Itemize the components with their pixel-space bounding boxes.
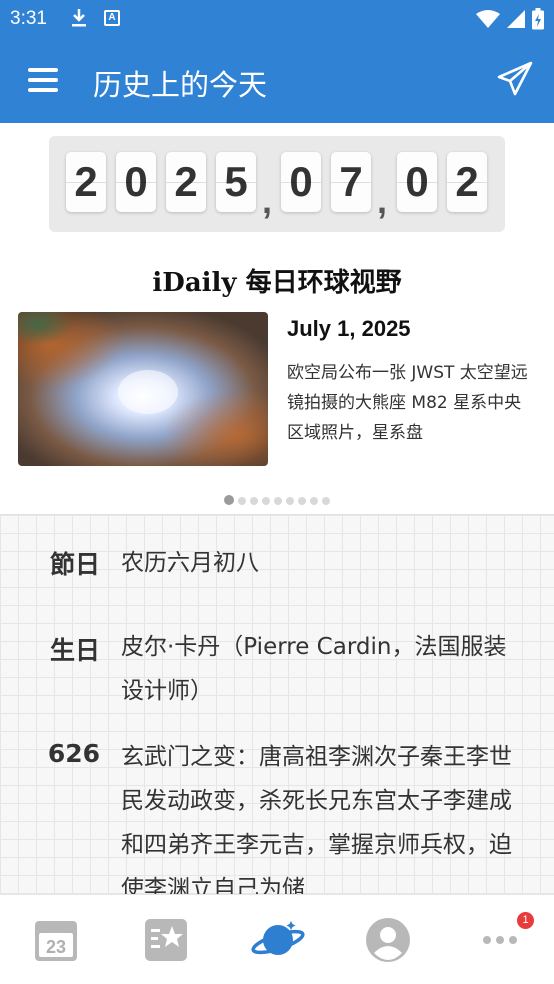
planet-icon[interactable] bbox=[251, 915, 305, 965]
notification-badge: 1 bbox=[517, 912, 534, 929]
wifi-icon bbox=[476, 10, 500, 28]
app-bar: 历史上的今天 bbox=[0, 38, 554, 123]
idaily-image[interactable] bbox=[18, 312, 268, 466]
page-dot[interactable] bbox=[274, 497, 282, 505]
date-separator: , bbox=[377, 180, 388, 221]
date-digit: 0 bbox=[116, 152, 156, 212]
page-dot[interactable] bbox=[238, 497, 246, 505]
event-label: 626 bbox=[47, 739, 100, 768]
status-bar: 3:31 A bbox=[0, 0, 554, 38]
idaily-date: July 1, 2025 bbox=[287, 316, 411, 341]
event-label: 生日 bbox=[49, 636, 100, 665]
date-digit: 0 bbox=[397, 152, 437, 212]
page-dot[interactable] bbox=[224, 495, 234, 505]
event-text: 玄武门之变：唐高祖李渊次子秦王李世民发动政变，杀死长兄东宫太子李建成和四弟齐王李… bbox=[121, 744, 512, 894]
galaxy-image bbox=[18, 312, 268, 466]
calendar-icon[interactable]: 23 bbox=[31, 915, 81, 965]
idaily-text: 欧空局公布一张 JWST 太空望远镜拍摄的大熊座 M82 星系中央区域照片，星系… bbox=[287, 363, 528, 443]
page-dot[interactable] bbox=[298, 497, 306, 505]
date-digit: 2 bbox=[166, 152, 206, 212]
a-icon: A bbox=[104, 10, 120, 26]
date-digit: 0 bbox=[281, 152, 321, 212]
date-digit: 2 bbox=[447, 152, 487, 212]
menu-icon[interactable] bbox=[28, 68, 58, 94]
page-title: 历史上的今天 bbox=[93, 68, 268, 102]
download-icon bbox=[72, 9, 86, 27]
profile-icon[interactable] bbox=[363, 915, 413, 965]
bottom-nav: 23 bbox=[0, 894, 554, 984]
page-dot[interactable] bbox=[250, 497, 258, 505]
date-digit: 5 bbox=[216, 152, 256, 212]
date-separator: , bbox=[262, 180, 273, 221]
idaily-brand: iDaily 每日环球视野 bbox=[152, 268, 402, 298]
page-dot[interactable] bbox=[310, 497, 318, 505]
page-indicator bbox=[0, 490, 554, 509]
event-label: 節日 bbox=[49, 550, 100, 579]
send-icon[interactable] bbox=[496, 60, 534, 98]
page-dot[interactable] bbox=[262, 497, 270, 505]
events-list: 節日 农历六月初八 生日 皮尔·卡丹（Pierre Cardin，法国服装设计师… bbox=[0, 514, 554, 894]
status-icons bbox=[476, 8, 544, 30]
date-digit: 7 bbox=[331, 152, 371, 212]
date-display: 2 0 2 5 , 0 7 , 0 2 bbox=[49, 136, 505, 232]
svg-text:23: 23 bbox=[46, 937, 66, 957]
event-text: 农历六月初八 bbox=[121, 550, 259, 576]
favorites-icon[interactable] bbox=[141, 915, 191, 965]
status-time: 3:31 bbox=[10, 8, 47, 29]
page-dot[interactable] bbox=[322, 497, 330, 505]
event-text: 皮尔·卡丹（Pierre Cardin，法国服装设计师） bbox=[121, 634, 507, 704]
battery-icon bbox=[532, 8, 544, 30]
date-digit: 2 bbox=[66, 152, 106, 212]
signal-icon bbox=[507, 10, 525, 28]
page-dot[interactable] bbox=[286, 497, 294, 505]
